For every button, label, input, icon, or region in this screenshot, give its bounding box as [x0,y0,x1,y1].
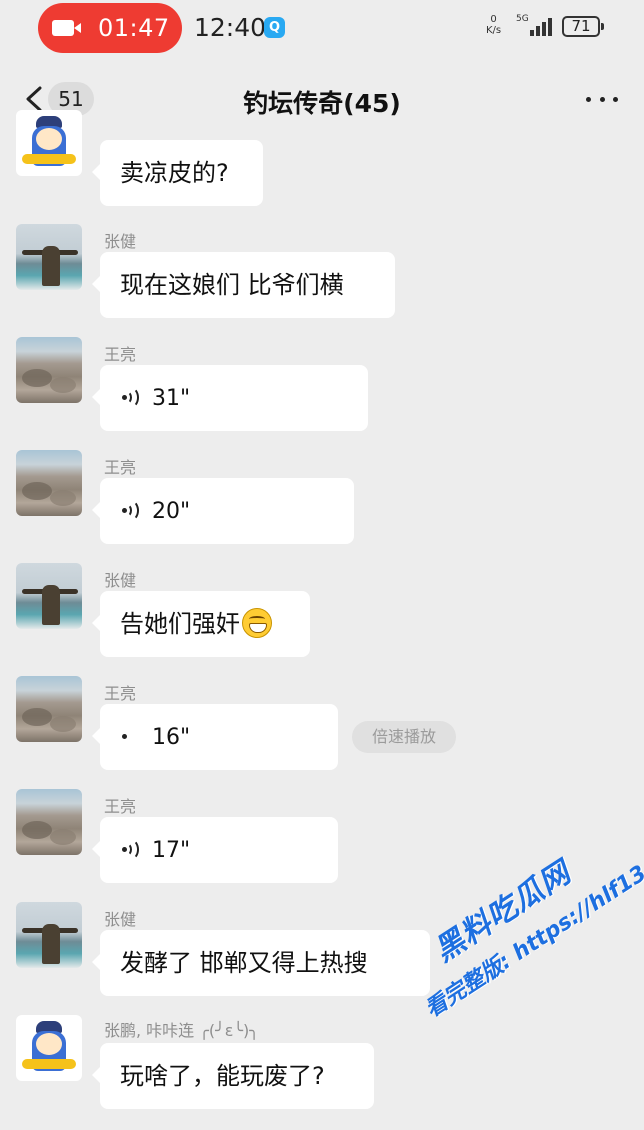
message-text: 发酵了 邯郸又得上热搜 [120,949,368,977]
grin-emoji-icon [242,608,272,638]
chat-title: 钓坛传奇(45) [243,89,401,118]
message-text: 告她们强奸 [120,610,240,638]
signal-bar [548,18,552,36]
message-item: 张健 现在这娘们 比爷们横 [0,224,644,320]
status-bar: 01:47 12:40 Q 0 K/s 5G 71 [0,0,644,56]
message-item: 卖凉皮的? [0,110,644,206]
avatar[interactable] [16,337,82,403]
message-item: 王亮 31" [0,337,644,433]
status-clock: 12:40 [194,13,267,42]
avatar[interactable] [16,563,82,629]
battery-icon: 71 [562,16,604,37]
sender-name: 王亮 [104,797,137,816]
message-text: 玩啥了，能玩废了? [120,1062,325,1090]
net-speed-value: 0 [490,14,497,25]
signal-bar [542,22,546,36]
voice-message-bubble[interactable]: 20" [92,478,354,544]
sender-name: 张健 [104,910,137,929]
net-speed-unit: K/s [486,25,502,36]
playback-speed-button[interactable]: 倍速播放 [352,721,456,753]
avatar[interactable] [16,224,82,290]
voice-message-bubble[interactable]: 17" [92,817,338,883]
sender-name: 王亮 [104,684,137,703]
chat-header: 51 钓坛传奇(45) [0,56,644,140]
message-bubble[interactable]: 卖凉皮的? [92,140,263,206]
message-item: 王亮 16" 倍速播放 [0,676,644,772]
signal-bar [536,26,540,36]
voice-duration: 17" [152,838,191,863]
sender-name: 王亮 [104,345,137,364]
message-text: 现在这娘们 比爷们横 [120,271,344,299]
message-item: 张健 告她们强奸 [0,563,644,659]
message-item: 王亮 20" [0,450,644,546]
avatar[interactable] [16,676,82,742]
sender-name: 张健 [104,571,137,590]
sender-name: 张健 [104,232,137,251]
message-bubble[interactable]: 发酵了 邯郸又得上热搜 [92,930,430,996]
message-item: 张鹏, 咔咔连 ╭(╯ε╰)╮ 玩啥了，能玩废了? [0,1015,644,1111]
voice-duration: 31" [152,386,191,411]
voice-wave-icon [120,498,142,522]
message-text: 卖凉皮的? [120,159,229,187]
avatar[interactable] [16,450,82,516]
avatar[interactable] [16,1015,82,1081]
avatar[interactable] [16,110,82,176]
voice-message-bubble[interactable]: 31" [92,365,368,431]
message-bubble[interactable]: 现在这娘们 比爷们横 [92,252,395,318]
net-speed: 0 K/s [486,14,501,36]
voice-message-bubble[interactable]: 16" [92,704,338,770]
avatar[interactable] [16,789,82,855]
voice-playing-icon [120,724,142,748]
sender-name: 张鹏, 咔咔连 ╭(╯ε╰)╮ [104,1021,259,1040]
signal-bar [530,30,534,36]
avatar[interactable] [16,902,82,968]
video-camera-icon [52,20,81,36]
more-options-icon[interactable] [586,94,618,104]
battery-level: 71 [571,17,591,35]
message-bubble[interactable]: 告她们强奸 [92,591,310,657]
screen-record-indicator[interactable]: 01:47 [38,3,182,53]
sender-name: 王亮 [104,458,137,477]
message-bubble[interactable]: 玩啥了，能玩废了? [92,1043,374,1109]
voice-wave-icon [120,837,142,861]
cellular-signal-icon: 5G [516,14,556,38]
network-type: 5G [516,14,529,24]
voice-duration: 20" [152,499,191,524]
record-time: 01:47 [98,14,170,42]
voice-duration: 16" [152,725,191,750]
voice-wave-icon [120,385,142,409]
qq-notification-icon: Q [264,17,285,38]
